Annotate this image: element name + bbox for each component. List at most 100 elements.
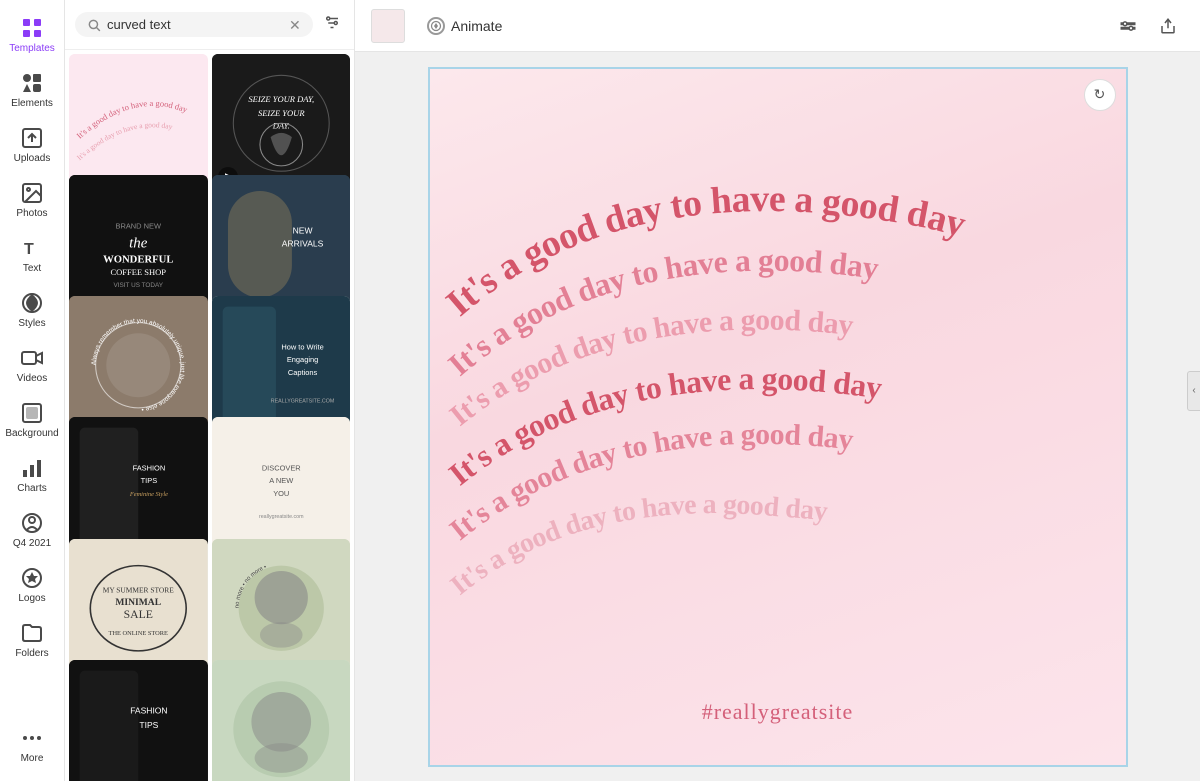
share-button[interactable]	[1152, 10, 1184, 42]
template-item[interactable]: NEW ARRIVALS	[212, 175, 351, 314]
sidebar-item-more[interactable]: More	[0, 718, 64, 773]
sidebar-item-logos[interactable]: Logos	[0, 558, 64, 613]
filter-button[interactable]	[319, 10, 345, 39]
sidebar-item-text[interactable]: T Text	[0, 228, 64, 283]
sidebar-item-q4[interactable]: Q4 2021	[0, 503, 64, 558]
photos-icon	[20, 181, 44, 205]
svg-text:FASHION: FASHION	[133, 464, 166, 473]
svg-text:MINIMAL: MINIMAL	[115, 597, 161, 608]
svg-text:BRAND NEW: BRAND NEW	[116, 221, 161, 230]
filter-settings-button[interactable]	[1112, 10, 1144, 42]
template-item[interactable]: MY SUMMER STORE MINIMAL SALE THE ONLINE …	[69, 539, 208, 678]
template-item[interactable]: It's a good day to have a good day It's …	[69, 54, 208, 193]
template-grid: It's a good day to have a good day It's …	[65, 50, 354, 781]
clear-search-button[interactable]: ✕	[289, 18, 301, 32]
sidebar-label-photos: Photos	[16, 208, 47, 220]
search-input-wrap[interactable]: ✕	[75, 12, 313, 37]
svg-text:DAY.: DAY.	[271, 121, 289, 131]
sidebar-item-charts[interactable]: Charts	[0, 448, 64, 503]
sidebar-item-elements[interactable]: Elements	[0, 63, 64, 118]
hashtag-text: #reallygreatsite	[702, 699, 854, 725]
settings-icon	[1119, 17, 1137, 35]
charts-icon	[20, 456, 44, 480]
sidebar-item-background[interactable]: Background	[0, 393, 64, 448]
svg-text:WONDERFUL: WONDERFUL	[103, 255, 173, 266]
sidebar-label-q4: Q4 2021	[13, 538, 51, 550]
text-icon: T	[20, 236, 44, 260]
search-input[interactable]	[107, 17, 283, 32]
grid-icon	[20, 16, 44, 40]
sidebar-label-videos: Videos	[17, 373, 47, 385]
svg-text:SEIZE YOUR: SEIZE YOUR	[257, 108, 304, 118]
share-icon	[1159, 17, 1177, 35]
template-item[interactable]: Always remember that you absolutely uniq…	[69, 296, 208, 435]
sidebar-label-templates: Templates	[9, 43, 55, 55]
template-item[interactable]: DISCOVER A NEW YOU reallygreatsite.com	[212, 417, 351, 556]
animate-icon	[427, 17, 445, 35]
topbar: Animate	[355, 0, 1200, 52]
sidebar-label-more: More	[21, 753, 44, 765]
svg-text:ARRIVALS: ARRIVALS	[281, 239, 323, 249]
svg-text:VISIT US TODAY: VISIT US TODAY	[114, 282, 164, 289]
search-bar: ✕	[65, 0, 354, 50]
svg-text:Feminine Style: Feminine Style	[129, 491, 168, 498]
elements-icon	[20, 71, 44, 95]
sidebar-item-uploads[interactable]: Uploads	[0, 118, 64, 173]
main-area: Animate ↻	[355, 0, 1200, 781]
thumb-preview-svg: Always remember that you absolutely uniq…	[69, 296, 208, 435]
sidebar-label-background: Background	[5, 428, 58, 440]
svg-text:MY SUMMER STORE: MY SUMMER STORE	[103, 585, 175, 594]
sidebar-item-styles[interactable]: Styles	[0, 283, 64, 338]
thumb-preview-svg: no more • no more •	[212, 539, 351, 678]
svg-text:DISCOVER: DISCOVER	[261, 464, 300, 473]
search-icon	[87, 18, 101, 32]
svg-text:reallygreatsite.com: reallygreatsite.com	[258, 515, 303, 521]
q4-icon	[20, 511, 44, 535]
background-icon	[20, 401, 44, 425]
sidebar-label-text: Text	[23, 263, 41, 275]
svg-text:TIPS: TIPS	[141, 477, 158, 486]
page-thumbnail[interactable]	[371, 9, 405, 43]
sidebar-label-uploads: Uploads	[14, 153, 51, 165]
template-item[interactable]	[212, 660, 351, 781]
sidebar-item-videos[interactable]: Videos	[0, 338, 64, 393]
template-item[interactable]: FASHION TIPS Feminine Style	[69, 417, 208, 556]
template-item[interactable]: SEIZE YOUR DAY, SEIZE YOUR DAY.	[212, 54, 351, 193]
sidebar-label-folders: Folders	[15, 648, 48, 660]
thumb-preview-svg: BRAND NEW the WONDERFUL COFFEE SHOP VISI…	[69, 175, 208, 314]
template-item[interactable]: no more • no more •	[212, 539, 351, 678]
refresh-button[interactable]: ↻	[1084, 79, 1116, 111]
svg-text:How to Write: How to Write	[281, 343, 323, 352]
svg-text:Captions: Captions	[287, 368, 317, 377]
topbar-left: Animate	[371, 9, 1100, 43]
thumb-preview-svg: FASHION TIPS	[69, 660, 208, 781]
template-item[interactable]: How to Write Engaging Captions REALLYGRE…	[212, 296, 351, 435]
sidebar-item-folders[interactable]: Folders	[0, 613, 64, 668]
svg-text:COFFEE SHOP: COFFEE SHOP	[110, 267, 166, 277]
svg-text:TIPS: TIPS	[139, 720, 158, 730]
filter-icon	[323, 14, 341, 32]
template-item[interactable]: BRAND NEW the WONDERFUL COFFEE SHOP VISI…	[69, 175, 208, 314]
svg-text:FASHION: FASHION	[130, 705, 167, 715]
sidebar-label-logos: Logos	[18, 593, 45, 605]
thumb-preview-svg: How to Write Engaging Captions REALLYGRE…	[212, 296, 351, 435]
styles-icon	[20, 291, 44, 315]
svg-text:the: the	[129, 236, 148, 252]
sidebar-item-photos[interactable]: Photos	[0, 173, 64, 228]
thumb-preview-svg	[212, 660, 351, 781]
sidebar-label-charts: Charts	[17, 483, 46, 495]
logos-icon	[20, 566, 44, 590]
svg-text:YOU: YOU	[273, 489, 289, 498]
svg-text:NEW: NEW	[292, 226, 313, 236]
thumb-preview-svg: MY SUMMER STORE MINIMAL SALE THE ONLINE …	[69, 539, 208, 678]
canvas[interactable]: ↻ It's a good day to have a good day	[428, 67, 1128, 767]
template-panel: ✕ It's a good day to have a g	[65, 0, 355, 781]
svg-text:THE ONLINE STORE: THE ONLINE STORE	[109, 630, 168, 637]
svg-text:REALLYGREATSITE.COM: REALLYGREATSITE.COM	[270, 399, 334, 405]
sidebar-item-templates[interactable]: Templates	[0, 8, 64, 63]
video-icon	[20, 346, 44, 370]
canvas-curved-text: It's a good day to have a good day It's …	[430, 69, 1126, 765]
svg-text:SALE: SALE	[124, 607, 153, 620]
template-item[interactable]: FASHION TIPS	[69, 660, 208, 781]
animate-button[interactable]: Animate	[413, 11, 516, 41]
